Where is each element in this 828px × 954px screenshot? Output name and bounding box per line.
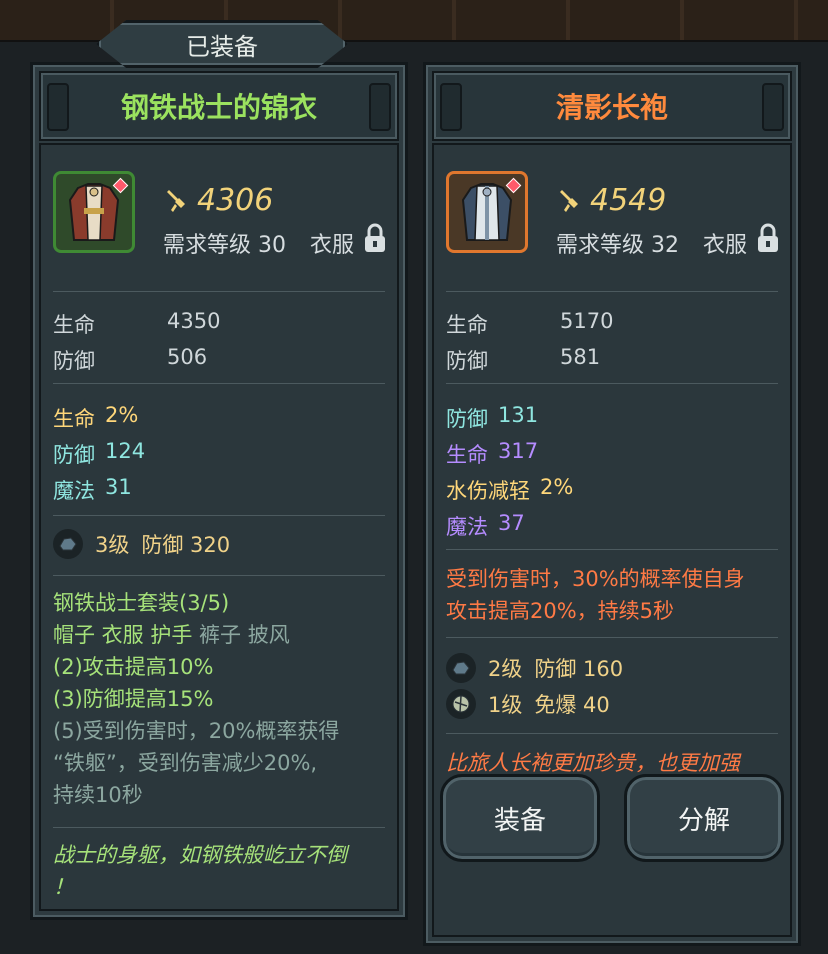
item-slot: 衣服 xyxy=(703,233,748,258)
equipped-label: 已装备 xyxy=(186,32,258,61)
item-slot: 衣服 xyxy=(310,233,355,258)
set-pieces-missing: 裤子 披风 xyxy=(199,623,290,647)
bonus-stat-def: 防御 131 xyxy=(446,403,539,431)
corner-ornament xyxy=(762,83,784,131)
dismantle-button-label: 分解 xyxy=(677,805,730,836)
set-bonus-5: 持续10秒 xyxy=(53,783,143,807)
base-stat-hp: 生命 5170 xyxy=(446,309,614,337)
corner-ornament xyxy=(440,83,462,131)
ore-icon xyxy=(446,653,476,683)
lock-icon[interactable] xyxy=(363,223,387,253)
set-pieces-owned: 帽子 衣服 护手 xyxy=(53,623,193,647)
flavor-text: 战士的身躯，如钢铁般屹立不倒 ！ xyxy=(53,843,347,899)
divider xyxy=(53,383,385,384)
required-level: 需求等级 32 xyxy=(556,233,679,258)
bonus-stat-water-resist: 水伤减轻 2% xyxy=(446,475,574,503)
base-stat-hp: 生命 4350 xyxy=(53,309,221,337)
equip-button-label: 装备 xyxy=(493,805,546,836)
requirement-row: 需求等级 30 衣服 xyxy=(163,227,354,259)
robe-icon xyxy=(461,183,513,241)
bonus-stat-hp: 生命 2% xyxy=(53,403,139,431)
power-score: 4549 xyxy=(558,183,666,218)
divider xyxy=(53,575,385,576)
base-stat-def: 防御 581 xyxy=(446,345,601,373)
dismantle-button[interactable]: 分解 xyxy=(624,774,784,862)
base-stat-def: 防御 506 xyxy=(53,345,208,373)
item-title-bar: 清影长袍 xyxy=(432,71,792,141)
gem-level: 1级 xyxy=(488,693,523,717)
item-title-bar: 钢铁战士的锦衣 xyxy=(39,71,399,141)
divider xyxy=(446,383,778,384)
item-name: 清影长袍 xyxy=(555,91,668,124)
gem-level: 2级 xyxy=(488,657,523,681)
power-value: 4306 xyxy=(197,183,274,218)
sword-icon xyxy=(167,189,185,212)
set-bonus-5: “铁躯”，受到伤害减少20%, xyxy=(53,751,318,775)
set-bonus-5: (5)受到伤害时，20%概率获得 xyxy=(53,719,340,743)
gem-level: 3级 xyxy=(95,533,130,557)
equipped-tab: 已装备 xyxy=(96,20,348,68)
item-icon[interactable] xyxy=(53,171,135,253)
special-effect: 受到伤害时，30%的概率使自身 攻击提高20%，持续5秒 xyxy=(446,567,745,623)
equipped-item-panel: 钢铁战士的锦衣 4306 需求等级 30 衣服 生命 4350 防御 506 生… xyxy=(30,62,408,920)
bonus-stat-def: 防御 124 xyxy=(53,439,146,467)
gem-effect: 防御 160 xyxy=(534,657,624,681)
bonus-stat-hp: 生命 317 xyxy=(446,439,539,467)
divider xyxy=(53,291,385,292)
divider xyxy=(446,549,778,550)
divider xyxy=(53,827,385,828)
set-pieces: 帽子 衣服 护手 裤子 披风 xyxy=(53,619,385,651)
item-name: 钢铁战士的锦衣 xyxy=(120,91,317,124)
required-level: 需求等级 30 xyxy=(163,233,286,258)
lock-icon[interactable] xyxy=(756,223,780,253)
ore-icon xyxy=(53,529,83,559)
power-score: 4306 xyxy=(165,183,273,218)
divider xyxy=(446,733,778,734)
set-bonus-3: (3)防御提高15% xyxy=(53,687,214,711)
equip-button[interactable]: 装备 xyxy=(440,774,600,862)
set-bonus: 钢铁战士套装(3/5) 帽子 衣服 护手 裤子 披风 (2)攻击提高10% (3… xyxy=(53,587,385,811)
socket-gem: 2级 防御 160 xyxy=(446,653,623,683)
item-details: 4306 需求等级 30 衣服 生命 4350 防御 506 生命 2% 防御 124 … xyxy=(39,143,399,911)
divider xyxy=(53,515,385,516)
stone-icon xyxy=(446,689,476,719)
bonus-stat-magic: 魔法 31 xyxy=(53,475,132,503)
socket-gem: 3级 防御 320 xyxy=(53,529,230,559)
sword-icon xyxy=(560,189,578,212)
divider xyxy=(446,291,778,292)
gem-effect: 防御 320 xyxy=(141,533,231,557)
bonus-stat-magic: 魔法 37 xyxy=(446,511,525,539)
power-value: 4549 xyxy=(590,183,667,218)
item-icon[interactable] xyxy=(446,171,528,253)
robe-icon xyxy=(68,183,120,241)
requirement-row: 需求等级 32 衣服 xyxy=(556,227,747,259)
corner-ornament xyxy=(47,83,69,131)
set-title: 钢铁战士套装(3/5) xyxy=(53,591,230,615)
corner-ornament xyxy=(369,83,391,131)
set-bonus-2: (2)攻击提高10% xyxy=(53,655,214,679)
divider xyxy=(446,637,778,638)
gem-effect: 免爆 40 xyxy=(534,693,610,717)
socket-gem: 1级 免爆 40 xyxy=(446,689,610,719)
